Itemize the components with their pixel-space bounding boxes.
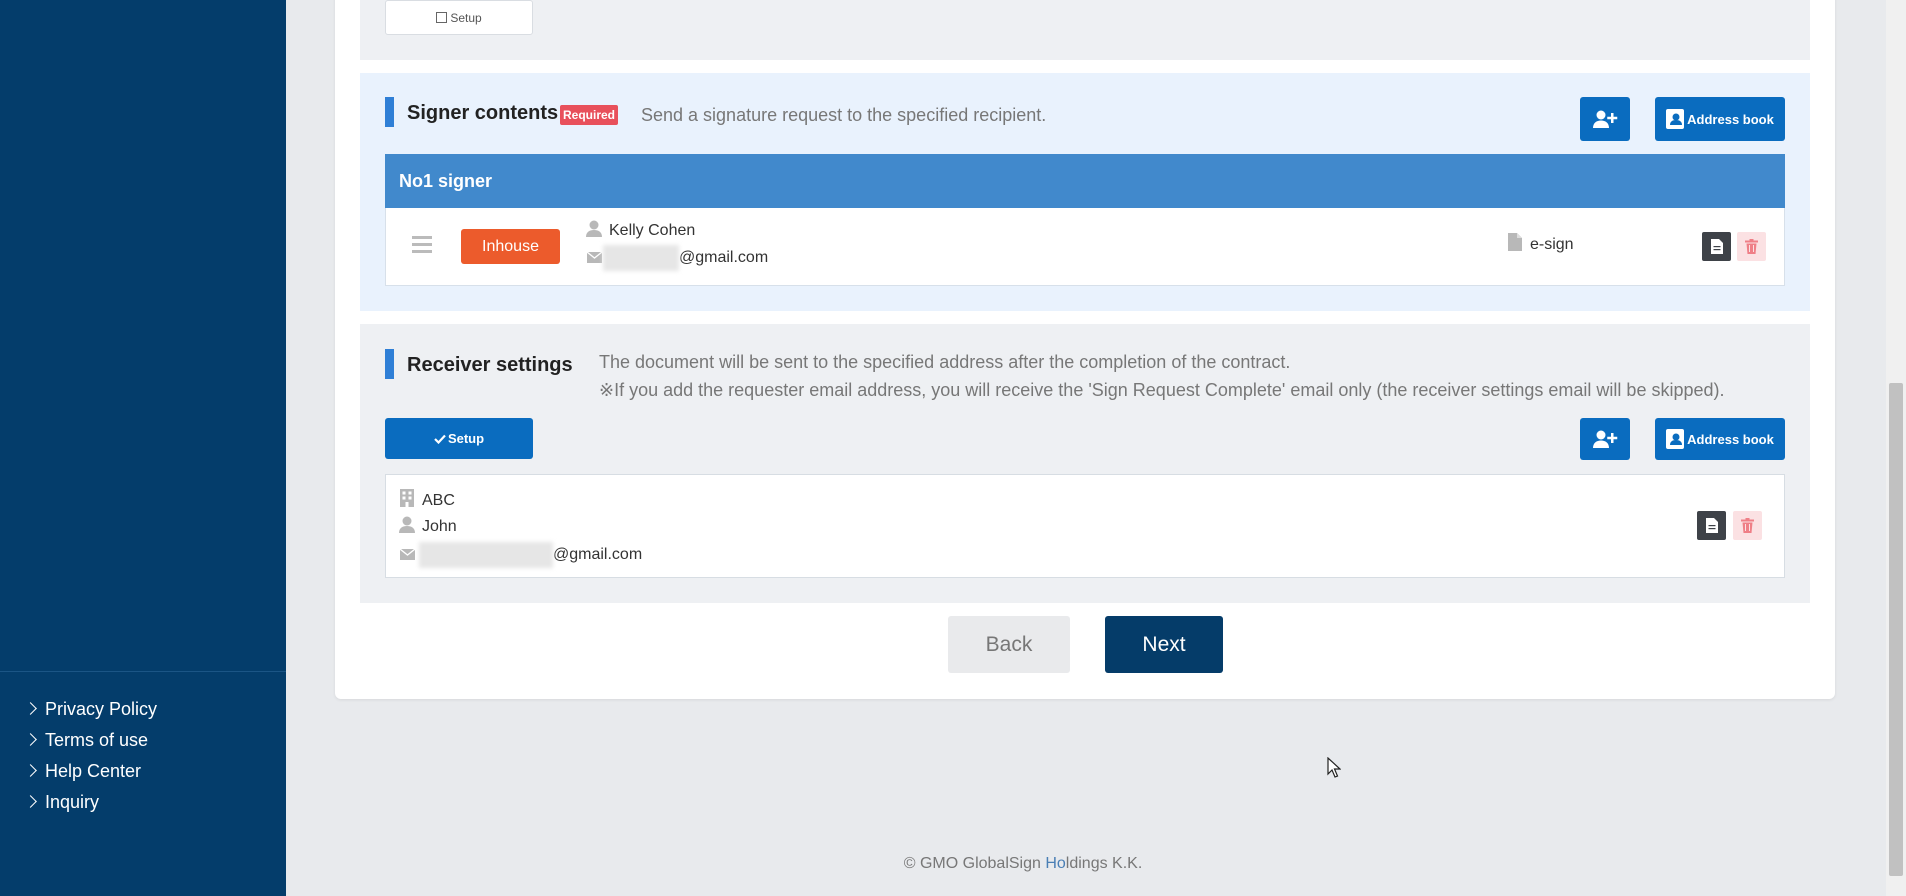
signer-detail-button[interactable] <box>1702 232 1731 261</box>
receiver-company: ABC <box>422 491 455 509</box>
trash-icon <box>1745 239 1758 254</box>
email-redacted <box>419 542 553 568</box>
help-center-link[interactable]: Help Center <box>24 756 157 787</box>
help-center-label: Help Center <box>45 761 142 781</box>
person-icon <box>398 516 416 538</box>
next-button[interactable]: Next <box>1105 616 1223 673</box>
address-book-label: Address book <box>1687 111 1774 127</box>
receiver-email: @gmail.com <box>553 546 643 563</box>
mouse-cursor-icon <box>1327 757 1341 778</box>
setup-checkbox-button[interactable]: Setup <box>385 0 533 35</box>
terms-of-use-link[interactable]: Terms of use <box>24 725 157 756</box>
receiver-note: ※If you add the requester email address,… <box>599 380 1725 400</box>
signer-delete-button[interactable] <box>1737 232 1766 261</box>
building-icon <box>398 489 416 512</box>
address-book-icon <box>1666 109 1685 129</box>
scrollbar[interactable] <box>1886 0 1906 896</box>
inquiry-label: Inquiry <box>45 792 100 812</box>
setup-label: Setup <box>447 431 485 446</box>
receiver-name: John <box>422 518 457 535</box>
terms-of-use-label: Terms of use <box>45 730 149 750</box>
signer-row: Inhouse Kelly Cohen @gmail.com e-sign <box>385 208 1785 286</box>
chevron-right-icon <box>24 794 37 808</box>
add-receiver-button[interactable] <box>1580 418 1630 460</box>
signer-name-line: Kelly Cohen <box>585 220 695 242</box>
add-user-icon <box>1593 430 1618 448</box>
signer-email-line: @gmail.com <box>585 245 768 271</box>
required-badge: Required <box>560 105 619 125</box>
sign-type-label: e-sign <box>1530 235 1574 253</box>
chevron-right-icon <box>24 701 37 715</box>
section-marker <box>385 349 394 379</box>
privacy-policy-link[interactable]: Privacy Policy <box>24 694 158 725</box>
envelope-icon <box>398 545 416 565</box>
person-icon <box>585 220 603 242</box>
check-icon <box>434 434 446 444</box>
copyright-suffix: ldings K.K. <box>1065 855 1143 872</box>
email-redacted <box>603 245 679 271</box>
receiver-detail-button[interactable] <box>1697 511 1726 540</box>
file-icon <box>1705 518 1718 533</box>
checkbox-icon <box>436 12 448 23</box>
add-signer-button[interactable] <box>1580 97 1630 141</box>
receiver-entry: ABC John @gmail.com <box>385 474 1785 578</box>
sign-type: e-sign <box>1506 233 1574 256</box>
chevron-right-icon <box>24 763 37 777</box>
address-book-icon <box>1666 429 1685 449</box>
scrollbar-thumb[interactable] <box>1889 383 1903 876</box>
previous-section <box>360 0 1810 60</box>
signer-section-title: Signer contents <box>407 102 559 124</box>
receiver-section-title: Receiver settings <box>407 354 573 376</box>
trash-icon <box>1741 518 1754 533</box>
signer-email: @gmail.com <box>679 249 769 266</box>
signer-header: No1 signer <box>385 154 1785 208</box>
copyright: © GMO GlobalSign Holdings K.K. <box>0 855 1906 873</box>
receiver-description: The document will be sent to the specifi… <box>599 352 1291 372</box>
copyright-highlight: Ho <box>1045 855 1066 872</box>
privacy-policy-label: Privacy Policy <box>45 699 158 719</box>
envelope-icon <box>585 248 603 268</box>
inhouse-button[interactable]: Inhouse <box>461 229 560 264</box>
section-marker <box>385 97 394 127</box>
receiver-address-book-button[interactable]: Address book <box>1655 418 1785 460</box>
receiver-setup-button[interactable]: Setup <box>385 418 533 459</box>
receiver-email-line: @gmail.com <box>398 542 642 568</box>
document-icon <box>1506 233 1524 256</box>
signer-description: Send a signature request to the specifie… <box>641 105 1047 125</box>
back-button[interactable]: Back <box>948 616 1070 673</box>
copyright-prefix: © GMO GlobalSign <box>903 855 1046 872</box>
setup-label: Setup <box>450 10 482 25</box>
chevron-right-icon <box>24 732 37 746</box>
file-icon <box>1710 239 1723 254</box>
receiver-name-line: John <box>398 516 457 538</box>
add-user-icon <box>1593 110 1618 128</box>
inquiry-link[interactable]: Inquiry <box>24 787 157 818</box>
address-book-label: Address book <box>1687 431 1774 447</box>
signer-address-book-button[interactable]: Address book <box>1655 97 1785 141</box>
signer-name: Kelly Cohen <box>609 222 696 239</box>
sidebar-footer-links: Privacy Policy Terms of use Help Center … <box>24 694 158 818</box>
receiver-company-line: ABC <box>398 489 455 512</box>
receiver-delete-button[interactable] <box>1733 511 1762 540</box>
drag-handle[interactable] <box>412 236 432 257</box>
sidebar-divider <box>0 671 286 672</box>
